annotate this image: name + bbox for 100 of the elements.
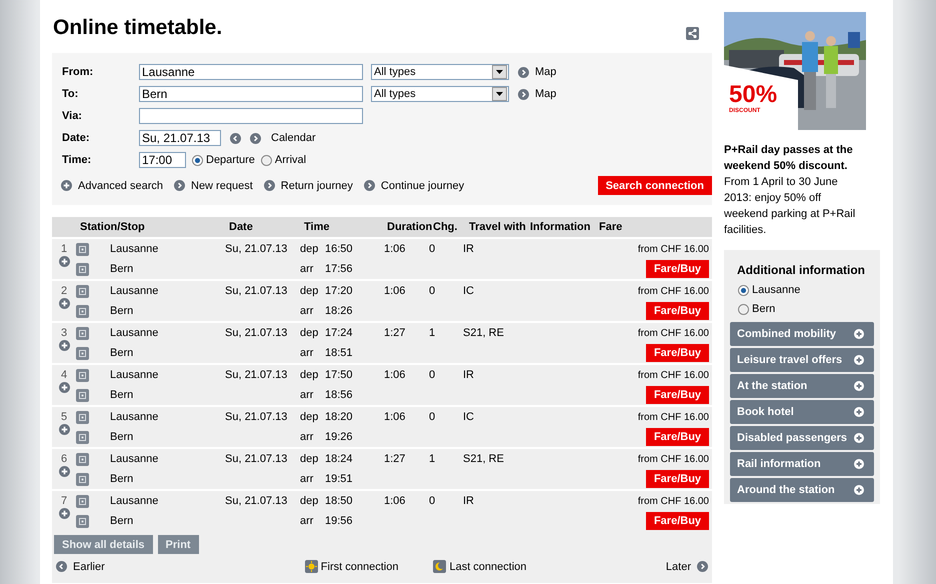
table-cell-text: dep xyxy=(300,495,320,507)
table-cell-text: IC xyxy=(463,411,475,423)
column-header: Chg. xyxy=(433,221,458,233)
discount-text: 50% xyxy=(729,82,778,108)
table-cell-text: 1:27 xyxy=(384,453,406,465)
fare-buy-button[interactable]: Fare/Buy xyxy=(646,302,709,320)
earlier-link[interactable]: Earlier xyxy=(73,560,105,572)
radio-option[interactable]: Departure xyxy=(192,154,255,166)
table-cell-text: Bern xyxy=(110,347,134,359)
table-cell-text: 0 xyxy=(429,411,436,423)
table-cell-text: Lausanne xyxy=(110,327,160,339)
fare-buy-button[interactable]: Fare/Buy xyxy=(646,386,709,404)
fare-buy-button[interactable]: Fare/Buy xyxy=(646,344,709,362)
accordion-item[interactable]: Book hotel xyxy=(730,400,874,424)
table-cell-text: dep xyxy=(300,411,320,423)
fare-text: from CHF 16.00 xyxy=(638,328,709,338)
accordion-item[interactable]: Disabled passengers xyxy=(730,426,874,450)
table-cell-text: Su, 21.07.13 xyxy=(225,453,288,465)
radio-option[interactable]: Lausanne xyxy=(738,284,874,296)
table-cell-text: IC xyxy=(463,285,475,297)
later-link[interactable]: Later xyxy=(666,560,691,572)
table-cell-text: 18:51 xyxy=(325,347,354,359)
fare-buy-button[interactable]: Fare/Buy xyxy=(646,428,709,446)
column-header: Date xyxy=(229,221,254,233)
column-header: Duration xyxy=(387,221,433,233)
field-label: From: xyxy=(62,66,94,78)
accordion-item[interactable]: Rail information xyxy=(730,452,874,476)
connection-number: 5 xyxy=(60,411,68,423)
connection-number: 4 xyxy=(60,369,68,381)
type-dropdown[interactable]: All types xyxy=(371,86,509,102)
connection-number: 1 xyxy=(60,243,68,255)
fare-text: from CHF 16.00 xyxy=(638,496,709,506)
column-header: Travel with xyxy=(469,221,527,233)
table-cell-text: dep xyxy=(300,453,320,465)
table-cell-text: IR xyxy=(463,243,475,255)
table-cell-text: dep xyxy=(300,243,320,255)
table-cell-text: Su, 21.07.13 xyxy=(225,411,288,423)
table-cell-text: arr xyxy=(300,305,314,317)
field-label: Date: xyxy=(62,132,91,144)
table-cell-text: 17:56 xyxy=(325,263,354,275)
time-field[interactable]: 17:00 xyxy=(139,152,186,168)
accordion-item[interactable]: Combined mobility xyxy=(730,322,874,346)
table-cell-text: Lausanne xyxy=(110,369,160,381)
table-cell-text: dep xyxy=(300,327,320,339)
type-dropdown[interactable]: All types xyxy=(371,64,509,80)
table-cell-text: 0 xyxy=(429,495,436,507)
page-title: Online timetable. xyxy=(53,16,222,40)
table-cell-text: 18:20 xyxy=(325,411,354,423)
fare-buy-button[interactable]: Fare/Buy xyxy=(646,512,709,530)
map-link[interactable]: Map xyxy=(535,66,556,78)
table-cell-text: Lausanne xyxy=(110,453,160,465)
table-cell-text: dep xyxy=(300,369,320,381)
table-cell-text: S21, RE xyxy=(463,453,505,465)
option-link[interactable]: Return journey xyxy=(280,180,353,192)
first-connection-link[interactable]: First connection xyxy=(320,560,398,572)
table-cell-text: 17:20 xyxy=(325,285,354,297)
column-header: Station/Stop xyxy=(80,221,146,233)
accordion-item[interactable]: Around the station xyxy=(730,478,874,502)
date-field[interactable]: Su, 21.07.13 xyxy=(139,130,221,146)
table-cell-text: Lausanne xyxy=(110,285,160,297)
table-cell-text: 19:51 xyxy=(325,473,354,485)
station-field[interactable]: Lausanne xyxy=(139,64,363,80)
station-field[interactable]: Bern xyxy=(139,86,363,102)
option-link[interactable]: New request xyxy=(191,180,253,192)
field-label: Via: xyxy=(62,110,83,122)
table-cell-text: S21, RE xyxy=(463,327,505,339)
info-title: Additional information xyxy=(737,262,866,278)
option-link[interactable]: Advanced search xyxy=(78,180,163,192)
accordion-item[interactable]: Leisure travel offers xyxy=(730,348,874,372)
calendar-link[interactable]: Calendar xyxy=(271,132,316,144)
field-label: Time: xyxy=(62,154,92,166)
table-cell-text: 18:24 xyxy=(325,453,354,465)
fare-buy-button[interactable]: Fare/Buy xyxy=(646,470,709,488)
column-header: Fare xyxy=(599,221,622,233)
fare-text: from CHF 16.00 xyxy=(638,370,709,380)
table-cell-text: arr xyxy=(300,347,314,359)
table-cell-text: 1 xyxy=(429,453,436,465)
fare-text: from CHF 16.00 xyxy=(638,286,709,296)
field-label: To: xyxy=(62,88,80,100)
table-cell-text: Bern xyxy=(110,473,134,485)
map-link[interactable]: Map xyxy=(535,88,556,100)
table-cell-text: arr xyxy=(300,389,314,401)
fare-text: from CHF 16.00 xyxy=(638,244,709,254)
accordion-item[interactable]: At the station xyxy=(730,374,874,398)
connection-number: 7 xyxy=(60,495,68,507)
table-cell-text: Su, 21.07.13 xyxy=(225,327,288,339)
table-cell-text: 19:26 xyxy=(325,431,354,443)
table-cell-text: IR xyxy=(463,495,475,507)
table-cell-text: Lausanne xyxy=(110,411,160,423)
radio-option[interactable]: Bern xyxy=(738,303,874,315)
last-connection-link[interactable]: Last connection xyxy=(449,560,527,572)
fare-buy-button[interactable]: Fare/Buy xyxy=(646,260,709,278)
search-button[interactable]: Search connection xyxy=(598,176,712,195)
option-link[interactable]: Continue journey xyxy=(380,180,464,192)
table-cell-text: 1 xyxy=(429,327,436,339)
table-cell-text: 18:50 xyxy=(325,495,354,507)
table-cell-text: 18:56 xyxy=(325,389,354,401)
connection-number: 6 xyxy=(60,453,68,465)
table-cell-text: 17:50 xyxy=(325,369,354,381)
radio-option[interactable]: Arrival xyxy=(260,154,306,166)
